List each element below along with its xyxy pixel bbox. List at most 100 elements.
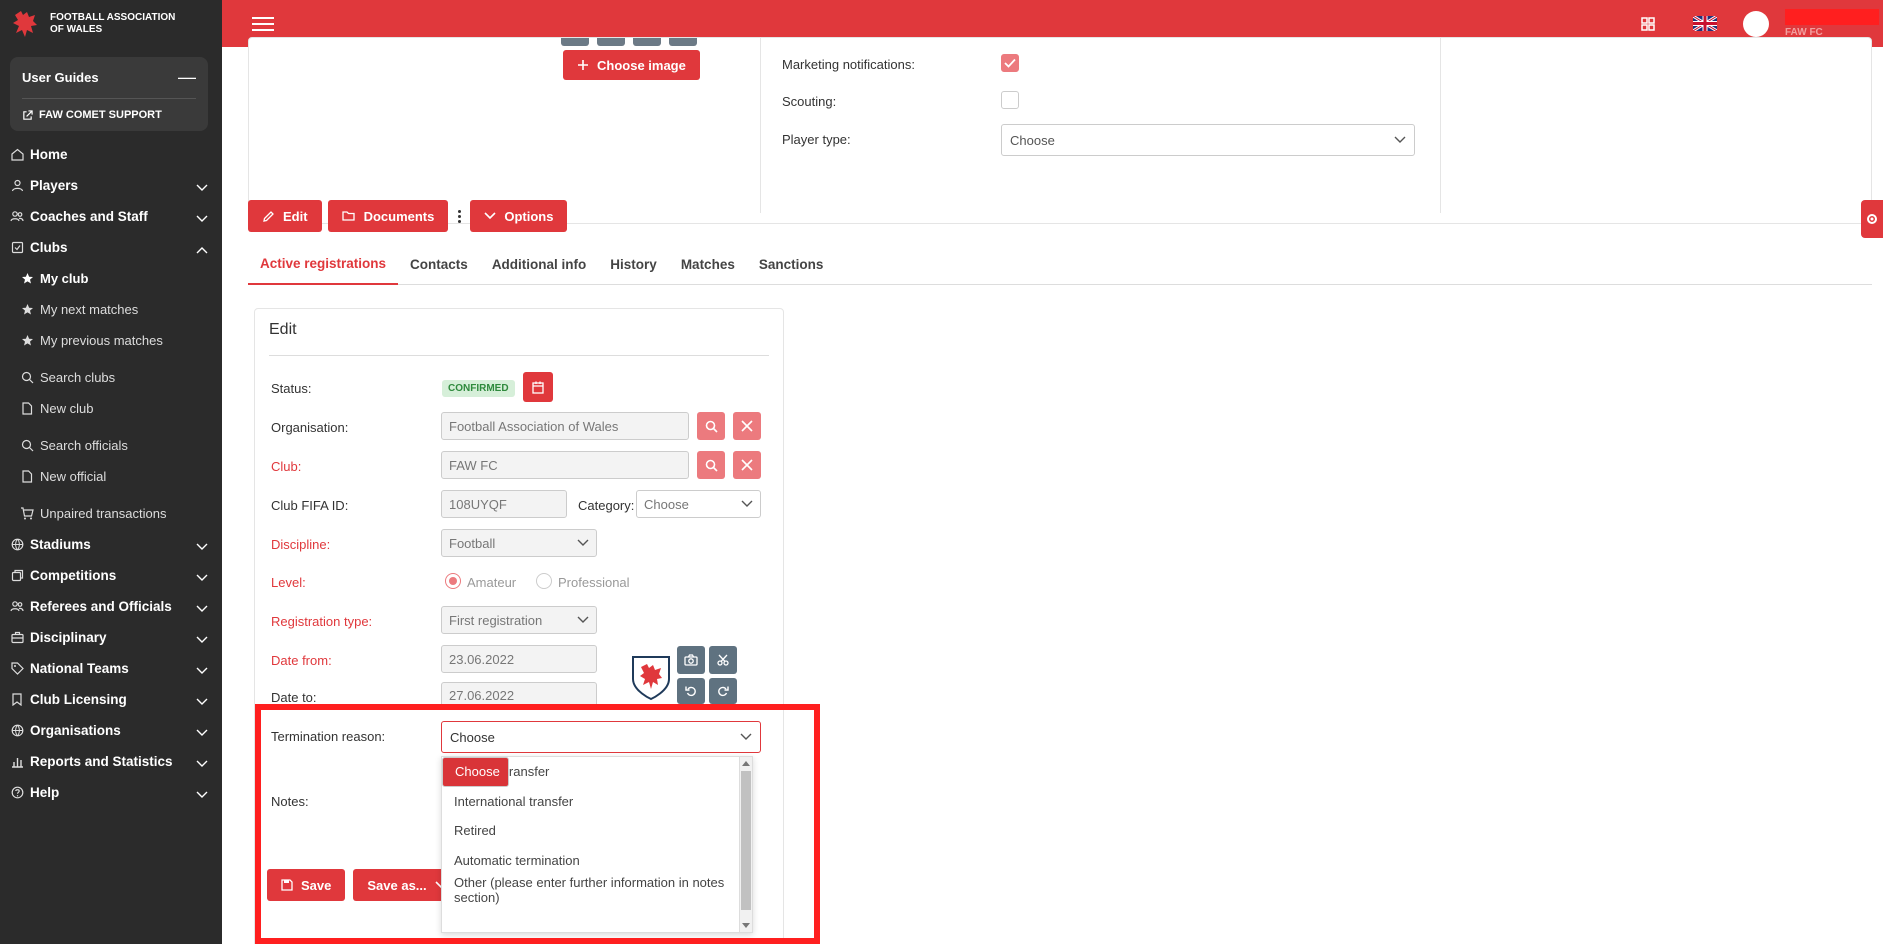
documents-label: Documents (363, 208, 435, 224)
marketing-checkbox[interactable] (1001, 54, 1019, 72)
settings-gear-icon[interactable] (1861, 200, 1883, 238)
tab-matches[interactable]: Matches (669, 243, 747, 285)
sidebar-item-club-licensing[interactable]: Club Licensing (0, 684, 222, 715)
registration-type-value: First registration (449, 612, 543, 628)
category-value: Choose (644, 496, 689, 512)
sidebar-item-reports-and-statistics[interactable]: Reports and Statistics (0, 746, 222, 777)
rotate-left-button[interactable] (677, 678, 705, 704)
tab-contacts[interactable]: Contacts (398, 243, 480, 285)
organisation-clear-button[interactable] (733, 412, 761, 440)
support-label: FAW COMET SUPPORT (39, 109, 162, 121)
sidebar-item-disciplinary[interactable]: Disciplinary (0, 622, 222, 653)
globe-icon (10, 724, 24, 738)
search-icon (20, 371, 34, 385)
sidebar-item-unpaired-transactions[interactable]: Unpaired transactions (0, 498, 222, 529)
tab-additional-info[interactable]: Additional info (480, 243, 598, 285)
file-icon (20, 402, 34, 416)
chevron-up-icon[interactable] (196, 242, 208, 254)
scouting-checkbox[interactable] (1001, 91, 1019, 109)
level-amateur-radio[interactable] (445, 573, 461, 589)
date-from-field[interactable]: 23.06.2022 (441, 645, 597, 673)
level-professional-radio[interactable] (536, 573, 552, 589)
calendar-button[interactable] (523, 372, 553, 402)
sidebar-item-home[interactable]: Home (0, 139, 222, 170)
club-field[interactable]: FAW FC (441, 451, 689, 479)
star-icon (20, 303, 34, 317)
rotate-right-button[interactable] (709, 678, 737, 704)
sidebar-item-competitions[interactable]: Competitions (0, 560, 222, 591)
tab-history[interactable]: History (598, 243, 669, 285)
chevron-down-icon (1394, 136, 1406, 143)
uk-flag-icon[interactable] (1693, 16, 1717, 31)
organisation-search-button[interactable] (697, 412, 725, 440)
collapse-button[interactable]: — (178, 67, 196, 88)
search-icon (705, 459, 718, 472)
sidebar-item-label: Search clubs (40, 370, 116, 385)
category-select[interactable]: Choose (636, 490, 761, 518)
camera-button[interactable] (677, 646, 705, 674)
sidebar-item-my-next-matches[interactable]: My next matches (0, 294, 222, 325)
chevron-down-icon[interactable] (196, 663, 208, 675)
star-icon (20, 272, 34, 286)
menu-toggle-button[interactable] (252, 13, 274, 35)
chevron-down-icon[interactable] (196, 632, 208, 644)
documents-button[interactable]: Documents (327, 200, 449, 232)
sidebar-item-label: My next matches (40, 302, 139, 317)
fifa-id-field[interactable]: 108UYQF (441, 490, 567, 518)
faw-comet-support-link[interactable]: FAW COMET SUPPORT (22, 99, 196, 121)
choose-image-button[interactable]: Choose image (563, 50, 700, 80)
sidebar-item-national-teams[interactable]: National Teams (0, 653, 222, 684)
sidebar-item-my-club[interactable]: My club (0, 263, 222, 294)
registration-type-select[interactable]: First registration (441, 606, 597, 634)
organisation-field[interactable]: Football Association of Wales (441, 412, 689, 440)
chevron-down-icon[interactable] (196, 694, 208, 706)
discipline-select[interactable]: Football (441, 529, 597, 557)
sidebar-item-stadiums[interactable]: Stadiums (0, 529, 222, 560)
sidebar-item-label: New club (40, 401, 94, 416)
sidebar-item-referees-and-officials[interactable]: Referees and Officials (0, 591, 222, 622)
tab-sanctions[interactable]: Sanctions (747, 243, 836, 285)
chevron-down-icon[interactable] (196, 787, 208, 799)
options-button[interactable]: Options (470, 200, 568, 232)
chevron-down-icon[interactable] (196, 211, 208, 223)
user-menu[interactable]: FAW FC (1785, 9, 1883, 38)
sidebar-item-label: Players (30, 178, 79, 193)
level-amateur-label: Amateur (467, 575, 517, 590)
discipline-value: Football (449, 535, 496, 551)
sidebar-item-clubs[interactable]: Clubs (0, 232, 222, 263)
help-icon (10, 786, 24, 800)
sidebar-item-search-officials[interactable]: Search officials (0, 430, 222, 461)
chevron-down-icon[interactable] (196, 570, 208, 582)
chevron-down-icon[interactable] (196, 601, 208, 613)
sidebar-item-label: Coaches and Staff (30, 209, 148, 224)
bookmark-icon (10, 693, 24, 707)
chevron-down-icon[interactable] (196, 539, 208, 551)
sidebar-item-help[interactable]: Help (0, 777, 222, 808)
brand[interactable]: FOOTBALL ASSOCIATION OF WALES (0, 0, 222, 47)
edit-button[interactable]: Edit (248, 200, 322, 232)
person-icon (10, 179, 24, 193)
sidebar-item-new-official[interactable]: New official (0, 461, 222, 492)
sidebar-item-label: Reports and Statistics (30, 754, 173, 769)
apps-grid-icon[interactable] (1641, 16, 1655, 31)
globe-icon (10, 538, 24, 552)
avatar[interactable] (1743, 10, 1769, 37)
crop-button[interactable] (709, 646, 737, 674)
sidebar-item-my-previous-matches[interactable]: My previous matches (0, 325, 222, 356)
chevron-down-icon[interactable] (196, 725, 208, 737)
sidebar-item-organisations[interactable]: Organisations (0, 715, 222, 746)
sidebar-item-players[interactable]: Players (0, 170, 222, 201)
more-options-icon[interactable] (454, 209, 464, 223)
chevron-down-icon[interactable] (196, 756, 208, 768)
sidebar-item-new-club[interactable]: New club (0, 393, 222, 424)
player-type-select[interactable]: Choose (1001, 124, 1415, 156)
sidebar-item-label: Stadiums (30, 537, 91, 552)
chevron-down-icon[interactable] (196, 180, 208, 192)
chart-icon (10, 755, 24, 769)
club-clear-button[interactable] (733, 451, 761, 479)
club-search-button[interactable] (697, 451, 725, 479)
sidebar-item-search-clubs[interactable]: Search clubs (0, 362, 222, 393)
sidebar-item-coaches-and-staff[interactable]: Coaches and Staff (0, 201, 222, 232)
tab-active-registrations[interactable]: Active registrations (248, 243, 399, 285)
sidebar-item-label: My club (40, 271, 89, 286)
